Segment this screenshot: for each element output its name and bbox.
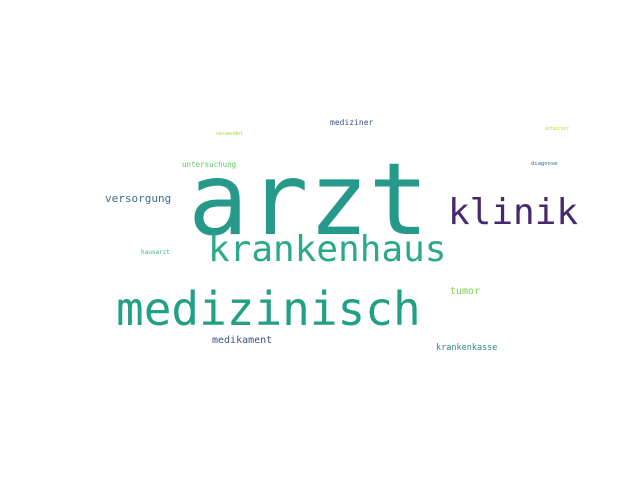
word-verwendet: verwendet xyxy=(216,131,244,137)
word-tumor: tumor xyxy=(450,286,481,297)
word-hausarzt: hausarzt xyxy=(141,249,170,256)
word-untersuchung: untersuchung xyxy=(182,160,237,169)
word-krankenkasse: krankenkasse xyxy=(436,343,498,353)
word-medikament: medikament xyxy=(212,335,273,346)
word-medizinisch: medizinisch xyxy=(116,282,421,336)
word-versorgung: versorgung xyxy=(105,192,172,205)
word-diagnose: diagnose xyxy=(531,161,558,167)
word-cloud-canvas: arzt krankenhaus klinik medizinisch vers… xyxy=(0,0,640,480)
word-klinik: klinik xyxy=(448,192,579,233)
word-krankenhaus: krankenhaus xyxy=(208,229,447,270)
word-arbeiter: arbeiter xyxy=(545,126,570,132)
word-mediziner: mediziner xyxy=(330,118,374,127)
